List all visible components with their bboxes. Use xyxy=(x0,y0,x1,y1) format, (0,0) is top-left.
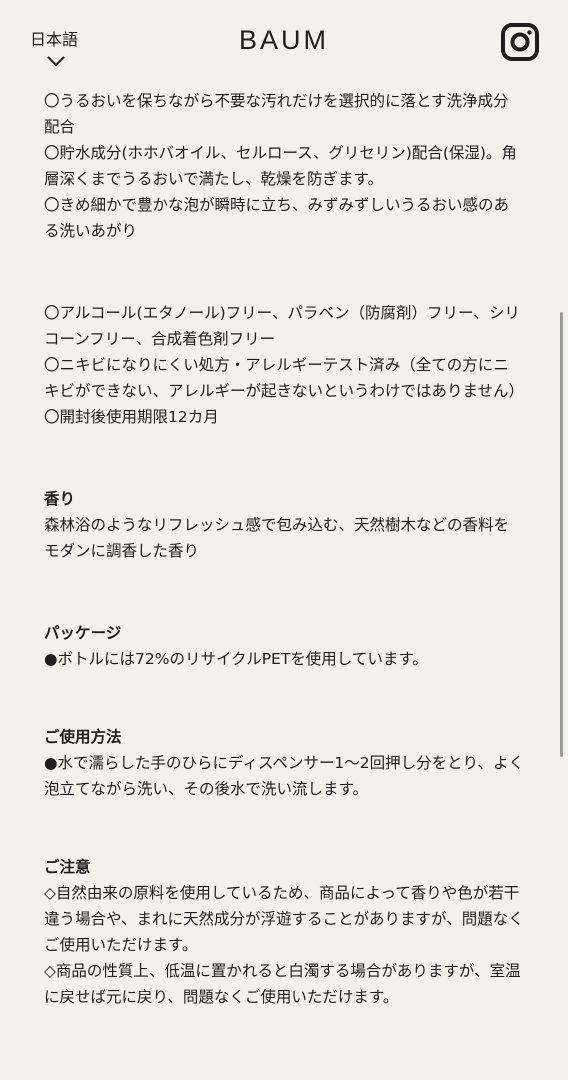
usage-text: ●水で濡らした手のひらにディスペンサー1〜2回押し分をとり、よく泡立てながら洗い… xyxy=(44,754,524,798)
caution-item: ◇自然由来の原料を使用しているため、商品によって香りや色が若干違う場合や、まれに… xyxy=(44,884,524,954)
scrollbar[interactable] xyxy=(560,312,563,757)
free-of-item: 〇開封後使用期限12カ月 xyxy=(44,408,219,426)
feature-item: 〇きめ細かで豊かな泡が瞬時に立ち、みずみずしいうるおい感のある洗いあがり xyxy=(44,196,510,240)
brand-logo[interactable]: BAUM xyxy=(0,22,568,58)
free-of-item: 〇ニキビになりにくい処方・アレルギーテスト済み（全ての方にニキビができない、アレ… xyxy=(44,356,525,400)
instagram-icon[interactable] xyxy=(500,22,540,62)
caution-heading: ご注意 xyxy=(44,858,91,876)
product-description: 〇うるおいを保ちながら不要な汚れだけを選択的に落とす洗浄成分配合 〇貯水成分(ホ… xyxy=(44,88,524,1010)
site-header: 日本語 BAUM xyxy=(0,0,568,80)
feature-item: 〇貯水成分(ホホバオイル、セルロース、グリセリン)配合(保湿)。角層深くまでうる… xyxy=(44,144,517,188)
free-of-item: 〇アルコール(エタノール)フリー、パラベン（防腐剤）フリー、シリコーンフリー、合… xyxy=(44,304,520,348)
fragrance-heading: 香り xyxy=(44,490,76,508)
feature-item: 〇うるおいを保ちながら不要な汚れだけを選択的に落とす洗浄成分配合 xyxy=(44,92,509,136)
package-text: ●ボトルには72%のリサイクルPETを使用しています。 xyxy=(44,650,428,668)
usage-heading: ご使用方法 xyxy=(44,728,122,746)
caution-item: ◇商品の性質上、低温に置かれると白濁する場合がありますが、室温に戻せば元に戻り、… xyxy=(44,962,521,1006)
fragrance-text: 森林浴のようなリフレッシュ感で包み込む、天然樹木などの香料をモダンに調香した香り xyxy=(44,516,510,560)
package-heading: パッケージ xyxy=(44,624,122,642)
